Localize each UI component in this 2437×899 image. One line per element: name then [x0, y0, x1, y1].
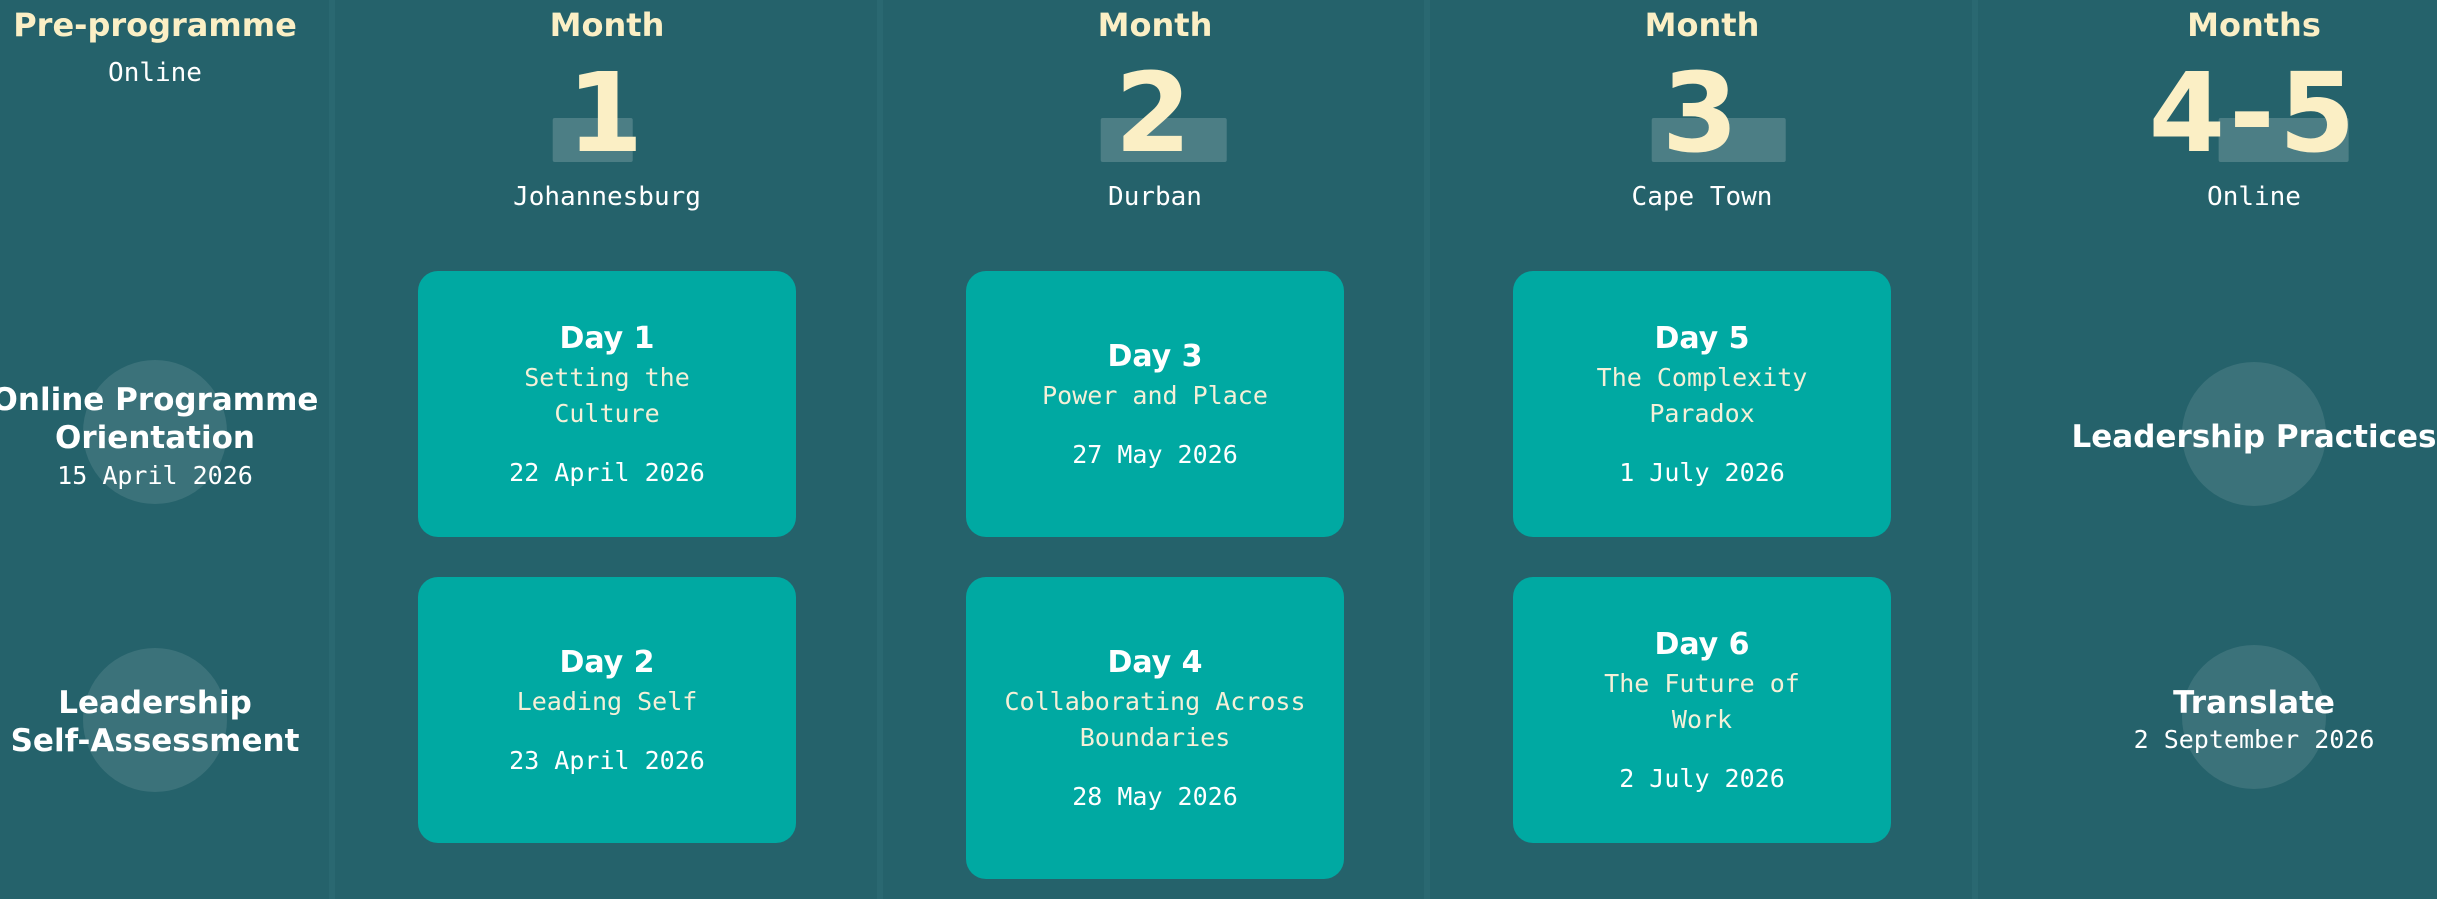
- day-topic-line1: The Future of: [1604, 669, 1800, 698]
- day-topic-line1: Collaborating Across: [1004, 687, 1306, 716]
- orientation-title-line1: Online Programme: [0, 382, 319, 418]
- day-card: Day 6 The Future of Work 2 July 2026: [1513, 577, 1891, 843]
- month-3-number: 3: [1651, 49, 1786, 177]
- month-2-number-text: 2: [1114, 49, 1196, 177]
- month-1-number: 1: [552, 49, 648, 177]
- day-card: Day 1 Setting the Culture 22 April 2026: [418, 271, 796, 537]
- preprogramme-location: Online: [108, 58, 202, 88]
- day-date: 23 April 2026: [509, 746, 705, 775]
- day-topic-line1: Power and Place: [1042, 381, 1268, 410]
- day-label: Day 3: [1107, 339, 1203, 374]
- day-label: Day 5: [1654, 321, 1750, 356]
- month-2-number: 2: [1100, 49, 1227, 177]
- day-label: Day 4: [1107, 645, 1203, 680]
- day-date: 27 May 2026: [1072, 440, 1238, 469]
- day-card: Day 5 The Complexity Paradox 1 July 2026: [1513, 271, 1891, 537]
- month-1-number-text: 1: [566, 49, 648, 177]
- orientation-date: 15 April 2026: [57, 461, 253, 490]
- day-date: 1 July 2026: [1619, 458, 1785, 487]
- day-topic-line2: Work: [1671, 705, 1733, 734]
- day-card: Day 2 Leading Self 23 April 2026: [418, 577, 796, 843]
- day-card: Day 4 Collaborating Across Boundaries 28…: [966, 577, 1344, 879]
- day-topic-line1: The Complexity: [1596, 363, 1808, 392]
- month-3-label: Month: [1644, 6, 1760, 44]
- self-assessment-title: Leadership Self-Assessment: [11, 684, 300, 760]
- preprogramme-title: Pre-programme: [13, 6, 297, 44]
- months-4-5-number: 4-5: [2149, 58, 2360, 168]
- months-4-5-label: Months: [2187, 6, 2321, 44]
- column-divider: [1972, 0, 1978, 899]
- self-assessment-title-line2: Self-Assessment: [10, 723, 300, 759]
- orientation-title-line2: Orientation: [55, 420, 255, 456]
- column-divider: [877, 0, 883, 899]
- day-label: Day 2: [559, 645, 655, 680]
- day-topic-line1: Leading Self: [516, 687, 698, 716]
- months-4-5-location: Online: [2207, 182, 2301, 212]
- day-date: 2 July 2026: [1619, 764, 1785, 793]
- month-2-location: Durban: [1108, 182, 1202, 212]
- month-2-label: Month: [1097, 6, 1213, 44]
- translate-title: Translate: [2173, 685, 2335, 721]
- day-card: Day 3 Power and Place 27 May 2026: [966, 271, 1344, 537]
- month-3-location: Cape Town: [1631, 182, 1773, 212]
- day-label: Day 1: [559, 321, 655, 356]
- month-3-number-text: 3: [1661, 49, 1743, 177]
- self-assessment-title-line1: Leadership: [58, 685, 252, 721]
- month-1-location: Johannesburg: [513, 182, 701, 212]
- day-topic-line2: Culture: [554, 399, 660, 428]
- day-topic-line2: Boundaries: [1079, 723, 1231, 752]
- column-divider: [1424, 0, 1430, 899]
- month-1-label: Month: [549, 6, 665, 44]
- leadership-practices-title: Leadership Practices: [2071, 419, 2437, 455]
- orientation-title: Online Programme Orientation: [0, 381, 318, 457]
- column-divider: [329, 0, 335, 899]
- day-topic-line2: Paradox: [1649, 399, 1755, 428]
- day-label: Day 6: [1654, 627, 1750, 662]
- day-date: 28 May 2026: [1072, 782, 1238, 811]
- translate-date: 2 September 2026: [2133, 725, 2375, 754]
- day-topic-line1: Setting the: [524, 363, 690, 392]
- months-4-5-number-text: 4-5: [2148, 49, 2360, 177]
- day-date: 22 April 2026: [509, 458, 705, 487]
